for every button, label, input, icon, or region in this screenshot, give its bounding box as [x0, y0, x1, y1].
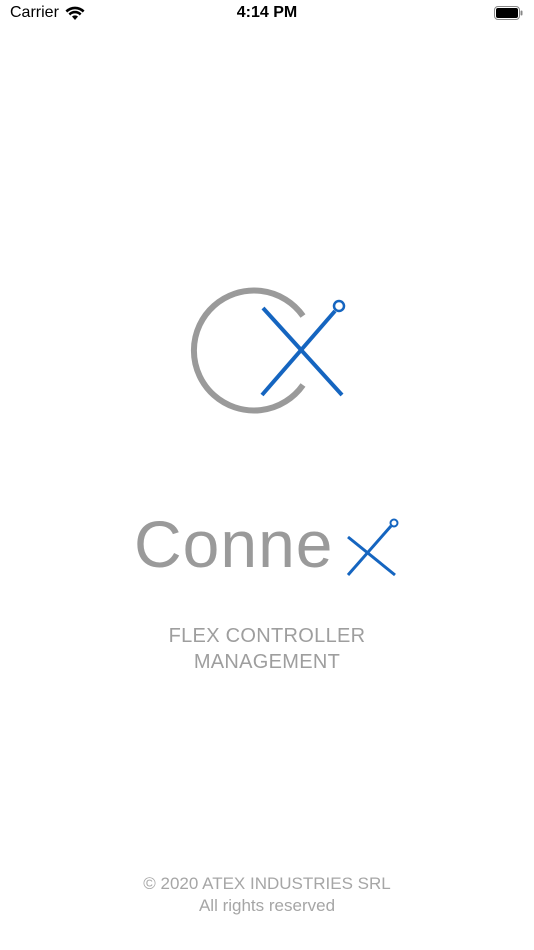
connex-logo-icon — [190, 287, 346, 414]
rights-text: All rights reserved — [198, 896, 336, 915]
wordmark-text: Conne — [134, 507, 334, 581]
subtitle-line-2: MANAGEMENT — [193, 651, 341, 673]
subtitle-line-1: FLEX CONTROLLER — [168, 625, 366, 647]
app-subtitle: FLEX CONTROLLER MANAGEMENT — [0, 623, 534, 675]
copyright-text: © 2020 ATEX INDUSTRIES SRL — [143, 874, 391, 893]
status-bar: Carrier 4:14 PM — [0, 0, 534, 28]
splash-screen: Carrier 4:14 PM Conne FLEX CONTROLLER MA… — [0, 0, 534, 950]
wordmark-x-icon — [346, 518, 399, 577]
battery-icon — [494, 6, 523, 20]
connex-wordmark: Conne — [130, 511, 410, 585]
footer: © 2020 ATEX INDUSTRIES SRL All rights re… — [0, 873, 534, 917]
status-time: 4:14 PM — [236, 4, 298, 21]
